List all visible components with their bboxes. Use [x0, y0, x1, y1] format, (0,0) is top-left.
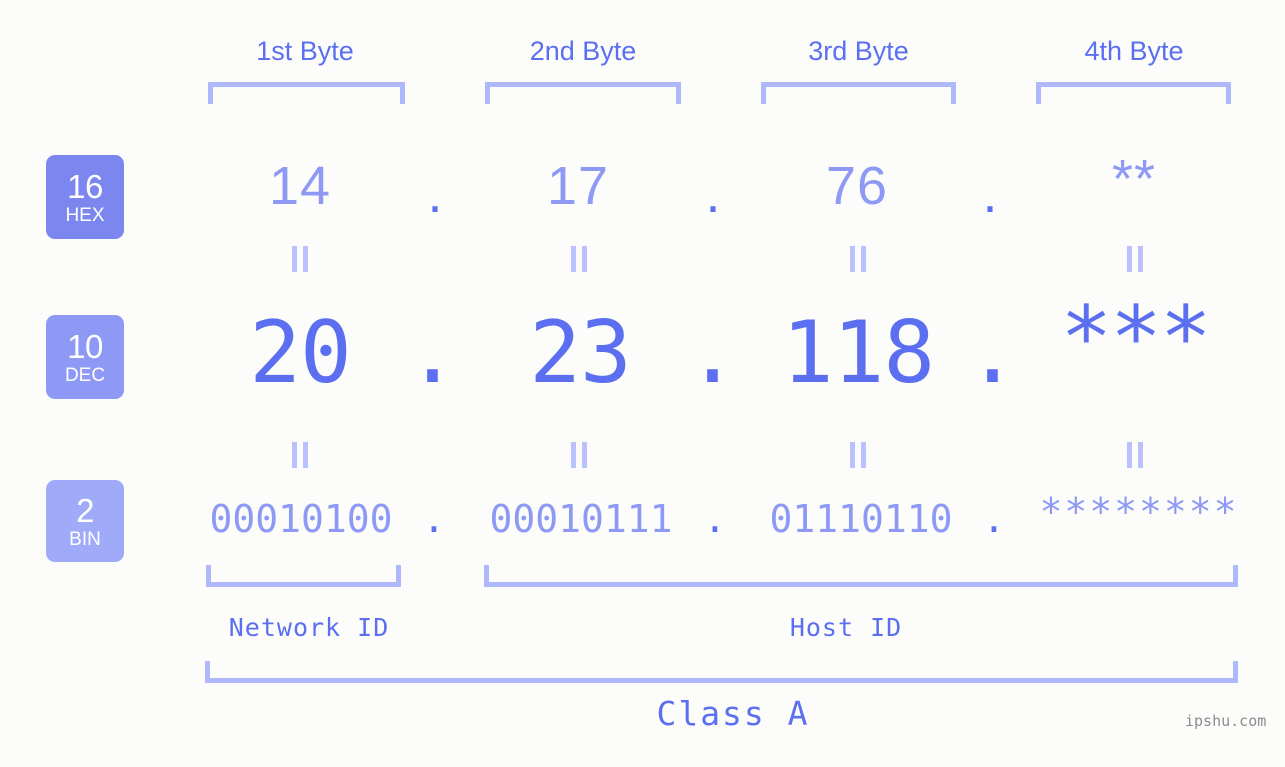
equals-mark-dec-bin-3 — [849, 442, 867, 468]
ip-address-breakdown-diagram: 1st Byte 2nd Byte 3rd Byte 4th Byte 16 H… — [0, 0, 1285, 767]
byte-header-2: 2nd Byte — [529, 36, 637, 66]
bin-separator-2: . — [703, 497, 727, 541]
bracket-tick-right — [1226, 82, 1231, 104]
bracket-tick-right — [676, 82, 681, 104]
equals-mark-hex-dec-1 — [291, 246, 309, 272]
byte-header-3: 3rd Byte — [808, 36, 909, 66]
hex-byte-value-1: 14 — [268, 156, 332, 216]
byte-header-4: 4th Byte — [1084, 36, 1184, 66]
bin-byte-value-1: 00010100 — [209, 497, 393, 541]
dec-byte-value-2: 23 — [529, 303, 632, 403]
equals-mark-dec-bin-1 — [291, 442, 309, 468]
bracket-bar — [206, 582, 401, 587]
hex-byte-value-3: 76 — [825, 156, 889, 216]
bin-byte-value-4: ******** — [1039, 490, 1239, 534]
hex-separator-3: . — [982, 164, 998, 224]
bracket-tick-left — [208, 82, 213, 104]
base-badge-dec-name: DEC — [64, 364, 106, 386]
host-id-bracket — [484, 565, 1238, 587]
dec-byte-value-3: 118 — [781, 303, 935, 403]
bracket-tick-right — [396, 565, 401, 587]
hex-byte-value-2: 17 — [546, 156, 610, 216]
dec-byte-value-1: 20 — [249, 303, 352, 403]
dec-separator-1: . — [406, 303, 459, 403]
byte-bracket-top-2 — [485, 82, 681, 104]
equals-mark-hex-dec-3 — [849, 246, 867, 272]
host-id-label: Host ID — [789, 613, 903, 642]
bracket-tick-left — [205, 661, 210, 683]
bracket-tick-left — [1036, 82, 1041, 104]
bracket-bar — [1036, 82, 1231, 87]
equals-mark-hex-dec-4 — [1126, 246, 1144, 272]
base-badge-bin-name: BIN — [69, 528, 101, 550]
base-badge-bin-number: 2 — [76, 491, 94, 529]
dec-separator-3: . — [966, 303, 1019, 403]
equals-mark-dec-bin-4 — [1126, 442, 1144, 468]
base-badge-hex-name: HEX — [65, 204, 105, 226]
base-badge-bin: 2 BIN — [46, 480, 124, 562]
dec-byte-value-4: *** — [1060, 288, 1211, 388]
bracket-bar — [484, 582, 1238, 587]
bracket-bar — [205, 678, 1238, 683]
byte-bracket-top-1 — [208, 82, 405, 104]
class-bracket — [205, 661, 1238, 683]
dec-separator-2: . — [686, 303, 739, 403]
byte-header-1: 1st Byte — [256, 36, 354, 66]
hex-separator-1: . — [427, 164, 443, 224]
bracket-tick-left — [761, 82, 766, 104]
base-badge-dec: 10 DEC — [46, 315, 124, 399]
network-id-label: Network ID — [228, 613, 390, 642]
site-watermark: ipshu.com — [1185, 712, 1267, 730]
bracket-bar — [761, 82, 956, 87]
bracket-tick-right — [1233, 565, 1238, 587]
base-badge-dec-number: 10 — [67, 327, 103, 365]
byte-bracket-top-4 — [1036, 82, 1231, 104]
bracket-tick-right — [1233, 661, 1238, 683]
bin-byte-value-3: 01110110 — [769, 497, 953, 541]
hex-byte-value-4: ** — [1111, 149, 1157, 209]
network-id-bracket — [206, 565, 401, 587]
bin-separator-1: . — [422, 497, 446, 541]
bin-separator-3: . — [982, 497, 1006, 541]
bracket-tick-left — [484, 565, 489, 587]
bracket-tick-right — [400, 82, 405, 104]
equals-mark-hex-dec-2 — [570, 246, 588, 272]
byte-bracket-top-3 — [761, 82, 956, 104]
base-badge-hex-number: 16 — [67, 167, 103, 205]
equals-mark-dec-bin-2 — [570, 442, 588, 468]
hex-separator-2: . — [705, 164, 721, 224]
bracket-tick-left — [206, 565, 211, 587]
bracket-bar — [485, 82, 681, 87]
bracket-tick-left — [485, 82, 490, 104]
bin-byte-value-2: 00010111 — [489, 497, 673, 541]
class-label: Class A — [656, 694, 810, 733]
base-badge-hex: 16 HEX — [46, 155, 124, 239]
bracket-bar — [208, 82, 405, 87]
bracket-tick-right — [951, 82, 956, 104]
